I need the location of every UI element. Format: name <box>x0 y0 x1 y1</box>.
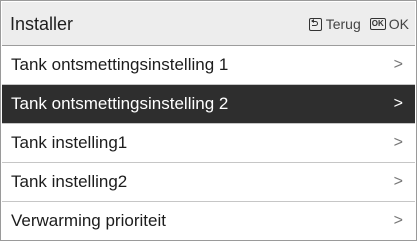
menu-item-tank-disinfection-1[interactable]: Tank ontsmettingsinstelling 1 > <box>2 46 415 85</box>
back-label[interactable]: Terug <box>326 16 361 32</box>
menu-item-label: Tank ontsmettingsinstelling 2 <box>11 94 229 113</box>
menu-item-label: Verwarming prioriteit <box>11 211 166 230</box>
page-title: Installer <box>10 14 74 34</box>
menu-item-heating-priority[interactable]: Verwarming prioriteit > <box>2 202 415 240</box>
menu-item-label: Tank instelling1 <box>11 133 128 152</box>
installer-screen: Installer Terug OK OK Tank ontsmettingsi… <box>0 0 417 241</box>
chevron-right-icon: > <box>393 95 403 112</box>
chevron-right-icon: > <box>393 134 403 151</box>
ok-icon[interactable]: OK <box>369 18 386 30</box>
menu-item-tank-disinfection-2[interactable]: Tank ontsmettingsinstelling 2 > <box>2 85 415 124</box>
ok-label[interactable]: OK <box>389 16 409 32</box>
menu-item-label: Tank instelling2 <box>11 172 128 191</box>
header-actions: Terug OK OK <box>308 2 409 46</box>
menu-item-tank-setting-1[interactable]: Tank instelling1 > <box>2 124 415 163</box>
menu-item-tank-setting-2[interactable]: Tank instelling2 > <box>2 163 415 202</box>
menu-list: Tank ontsmettingsinstelling 1 > Tank ont… <box>2 46 415 240</box>
back-icon[interactable] <box>308 17 322 31</box>
header-bar: Installer Terug OK OK <box>2 2 415 46</box>
chevron-right-icon: > <box>393 173 403 190</box>
chevron-right-icon: > <box>393 212 403 229</box>
menu-item-label: Tank ontsmettingsinstelling 1 <box>11 55 229 74</box>
chevron-right-icon: > <box>393 56 403 73</box>
